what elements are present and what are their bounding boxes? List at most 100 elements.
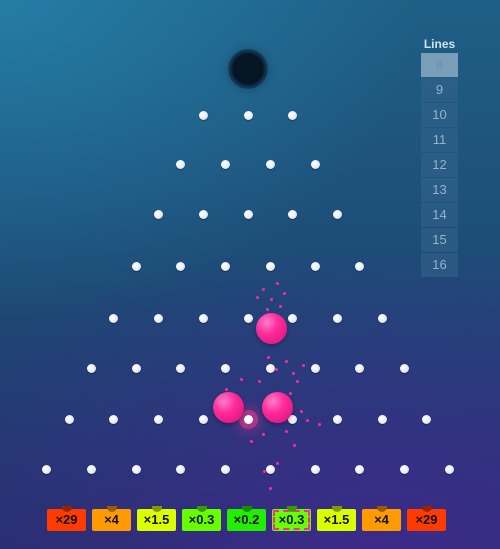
- peg: [243, 414, 253, 424]
- lines-option-13[interactable]: 13: [421, 178, 458, 202]
- peg: [355, 363, 365, 373]
- peg: [109, 414, 119, 424]
- spark: [269, 487, 272, 490]
- spark: [262, 288, 265, 291]
- peg: [377, 414, 387, 424]
- peg: [310, 464, 320, 474]
- lines-option-9[interactable]: 9: [421, 78, 458, 102]
- peg: [310, 159, 320, 169]
- peg: [176, 159, 186, 169]
- multiplier-slot: ×0.3: [182, 506, 221, 531]
- multiplier-slot: ×0.3: [272, 506, 311, 531]
- multiplier-label: ×1.5: [323, 512, 350, 527]
- peg: [243, 313, 253, 323]
- spark: [262, 433, 265, 436]
- peg: [332, 414, 342, 424]
- peg: [154, 209, 164, 219]
- peg: [198, 110, 208, 120]
- peg: [444, 464, 454, 474]
- peg: [355, 261, 365, 271]
- peg: [198, 414, 208, 424]
- ball-icon: [255, 312, 287, 344]
- peg: [131, 363, 141, 373]
- lines-option-11[interactable]: 11: [421, 128, 458, 152]
- lines-option-10[interactable]: 10: [421, 103, 458, 127]
- peg: [154, 313, 164, 323]
- spark: [276, 282, 279, 285]
- peg: [355, 464, 365, 474]
- lines-options: 8 9 10 11 12 13 14 15 16: [421, 53, 458, 277]
- peg: [154, 414, 164, 424]
- peg: [42, 464, 52, 474]
- peg: [176, 464, 186, 474]
- spark: [240, 378, 243, 381]
- peg: [332, 313, 342, 323]
- peg: [176, 261, 186, 271]
- spark: [225, 388, 228, 391]
- spark: [276, 462, 279, 465]
- spark: [318, 423, 321, 426]
- spark: [300, 410, 303, 413]
- spark: [275, 368, 278, 371]
- multiplier-label: ×29: [415, 512, 438, 527]
- drop-hole-icon: [228, 49, 268, 89]
- spark: [258, 380, 261, 383]
- multiplier-slot: ×29: [47, 506, 86, 531]
- spark: [285, 430, 288, 433]
- peg: [288, 110, 298, 120]
- lines-option-14[interactable]: 14: [421, 203, 458, 227]
- multiplier-label: ×29: [55, 512, 78, 527]
- spark: [296, 380, 299, 383]
- lines-option-15[interactable]: 15: [421, 228, 458, 252]
- spark: [306, 419, 309, 422]
- peg: [87, 363, 97, 373]
- spark: [289, 392, 292, 395]
- multiplier-slot: ×29: [407, 506, 446, 531]
- spark: [293, 444, 296, 447]
- multiplier-slot: ×4: [362, 506, 401, 531]
- peg: [310, 363, 320, 373]
- peg: [422, 414, 432, 424]
- multiplier-label: ×1.5: [143, 512, 170, 527]
- spark: [283, 292, 286, 295]
- spark: [279, 305, 282, 308]
- peg: [399, 363, 409, 373]
- peg: [265, 261, 275, 271]
- peg: [399, 464, 409, 474]
- peg: [265, 159, 275, 169]
- spark: [270, 298, 273, 301]
- multiplier-slot: ×1.5: [317, 506, 356, 531]
- peg: [243, 209, 253, 219]
- peg: [221, 464, 231, 474]
- peg: [221, 363, 231, 373]
- lines-title: Lines: [423, 37, 456, 51]
- peg: [109, 313, 119, 323]
- peg: [265, 464, 275, 474]
- peg: [131, 261, 141, 271]
- spark: [285, 360, 288, 363]
- lines-panel: Lines 8 9 10 11 12 13 14 15 16: [421, 36, 458, 277]
- peg: [310, 261, 320, 271]
- ball-icon: [212, 391, 244, 423]
- multiplier-slot: ×4: [92, 506, 131, 531]
- multiplier-label: ×4: [374, 512, 389, 527]
- lines-option-16[interactable]: 16: [421, 253, 458, 277]
- ball-icon: [261, 391, 293, 423]
- spark: [250, 440, 253, 443]
- peg: [265, 363, 275, 373]
- peg: [243, 110, 253, 120]
- spark: [256, 296, 259, 299]
- spark: [267, 356, 270, 359]
- spark: [263, 470, 266, 473]
- peg: [198, 209, 208, 219]
- lines-option-12[interactable]: 12: [421, 153, 458, 177]
- multiplier-slot: ×1.5: [137, 506, 176, 531]
- peg: [221, 159, 231, 169]
- peg: [377, 313, 387, 323]
- lines-option-8[interactable]: 8: [421, 53, 458, 77]
- peg: [131, 464, 141, 474]
- spark: [292, 372, 295, 375]
- peg: [176, 363, 186, 373]
- peg: [288, 313, 298, 323]
- spark: [266, 308, 269, 311]
